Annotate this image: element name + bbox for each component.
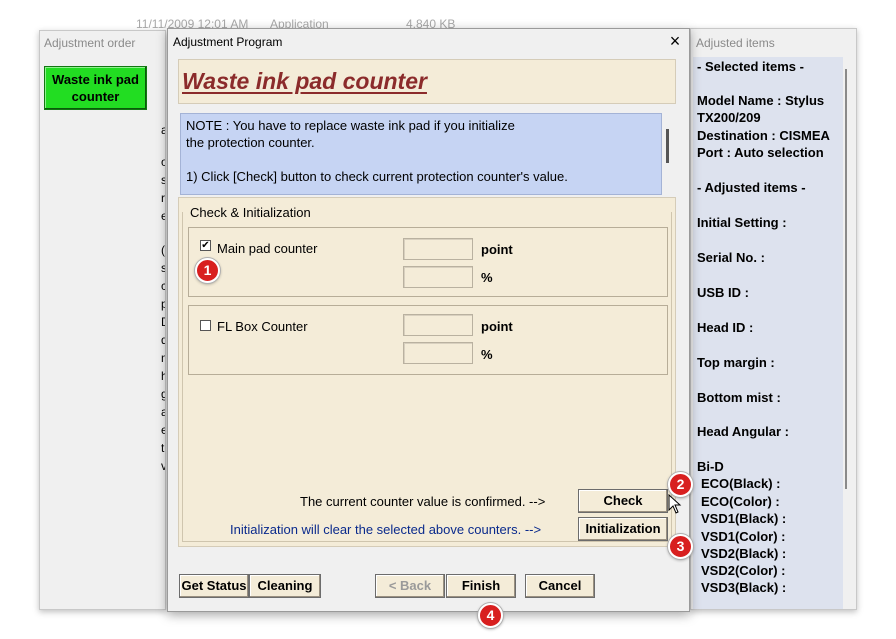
hidden-text-char: p xyxy=(161,297,165,311)
check-button[interactable]: Check xyxy=(578,489,668,513)
cleaning-button[interactable]: Cleaning xyxy=(249,574,321,598)
adjusted-item: - Adjusted items - xyxy=(697,180,806,195)
adjusted-items-title: Adjusted items xyxy=(696,36,775,50)
adjusted-item: ECO(Color) : xyxy=(701,494,780,509)
adjusted-item: VSD1(Color) : xyxy=(701,529,786,544)
note-box: NOTE : You have to replace waste ink pad… xyxy=(180,113,662,195)
fl-box-percent-unit: % xyxy=(481,347,493,362)
adjusted-items-scrollbar[interactable] xyxy=(845,69,847,489)
hidden-text-char: v xyxy=(161,459,165,473)
main-pad-checkbox[interactable]: ✔ xyxy=(200,240,211,251)
adjusted-item: VSD1(Black) : xyxy=(701,511,787,526)
hidden-text-char: e xyxy=(161,423,165,437)
hidden-text-char: h xyxy=(161,369,165,383)
back-button[interactable]: < Back xyxy=(375,574,445,598)
mouse-cursor-icon xyxy=(668,494,682,514)
main-pad-percent-unit: % xyxy=(481,270,493,285)
init-warning-text: Initialization will clear the selected a… xyxy=(230,522,542,537)
adjusted-item: Bottom mist : xyxy=(697,390,781,405)
adjusted-items-list: - Selected items - Model Name : Stylus T… xyxy=(693,57,843,609)
confirm-text: The current counter value is confirmed. … xyxy=(300,494,546,509)
hidden-text-char: d xyxy=(161,333,165,347)
adjusted-item: Initial Setting : xyxy=(697,215,787,230)
close-icon[interactable]: × xyxy=(666,31,684,51)
page-title: Waste ink pad counter xyxy=(182,68,427,94)
adjusted-item: TX200/209 xyxy=(697,110,761,125)
finish-button[interactable]: Finish xyxy=(446,574,516,598)
hidden-text-char: e xyxy=(161,209,165,223)
fl-box-percent-field xyxy=(403,342,473,364)
hidden-text-char: o xyxy=(161,155,165,169)
adjusted-items-window: Adjusted items - Selected items - Model … xyxy=(690,28,857,610)
dialog-title: Adjustment Program xyxy=(173,35,283,49)
fl-box-point-field xyxy=(403,314,473,336)
adjusted-item: VSD2(Black) : xyxy=(701,546,787,561)
adjusted-item: - Selected items - xyxy=(697,59,804,74)
step-badge-1: 1 xyxy=(195,258,220,283)
hidden-text-char: a xyxy=(161,123,165,137)
adjusted-item: VSD3(Black) : xyxy=(701,580,787,595)
fl-box-counter-box: FL Box Counter point % xyxy=(188,305,668,375)
fl-box-label: FL Box Counter xyxy=(217,319,308,334)
waste-ink-pad-counter-button[interactable]: Waste ink pad counter xyxy=(44,66,147,110)
adjusted-item: Top margin : xyxy=(697,355,775,370)
step-badge-3: 3 xyxy=(668,534,693,559)
hidden-text-char: g xyxy=(161,387,165,401)
adjusted-item: VSD2(Color) : xyxy=(701,563,786,578)
hidden-text-char: r xyxy=(161,191,165,205)
adjusted-item: Head ID : xyxy=(697,320,754,335)
adjusted-item: Destination : CISMEA xyxy=(697,128,830,143)
adjusted-item: Serial No. : xyxy=(697,250,765,265)
note-line: NOTE : You have to replace waste ink pad… xyxy=(186,118,515,133)
hidden-text-char: ( xyxy=(161,243,165,257)
hidden-text-char: m xyxy=(161,351,165,365)
note-line: the protection counter. xyxy=(186,135,315,150)
main-pad-label: Main pad counter xyxy=(217,241,318,256)
header-banner: Waste ink pad counter xyxy=(178,59,676,104)
note-line xyxy=(186,151,656,168)
adjusted-item: Model Name : Stylus xyxy=(697,93,825,108)
hidden-text-char: c xyxy=(161,279,165,293)
adjusted-item: Port : Auto selection xyxy=(697,145,824,160)
adjusted-item: USB ID : xyxy=(697,285,749,300)
adjusted-item: Bi-D xyxy=(697,459,724,474)
hidden-text-char: t xyxy=(161,441,165,455)
adjusted-item: ECO(Black) : xyxy=(701,476,781,491)
hidden-text-char: a xyxy=(161,405,165,419)
adjustment-program-dialog: Adjustment Program × Waste ink pad count… xyxy=(167,28,690,612)
adjustment-order-window: Adjustment order Waste ink pad counter a… xyxy=(39,30,166,610)
hidden-text-char: s xyxy=(161,173,165,187)
hidden-text-char: s xyxy=(161,261,165,275)
main-pad-counter-box: ✔ Main pad counter point % xyxy=(188,227,668,297)
adjusted-item: Head Angular : xyxy=(697,424,789,439)
note-scrollbar[interactable] xyxy=(666,129,669,163)
hidden-text-char: D xyxy=(161,315,165,329)
fl-box-checkbox[interactable] xyxy=(200,320,211,331)
fl-box-point-unit: point xyxy=(481,319,513,334)
cancel-button[interactable]: Cancel xyxy=(525,574,595,598)
note-line: 1) Click [Check] button to check current… xyxy=(186,169,568,184)
group-title: Check & Initialization xyxy=(188,205,313,220)
main-pad-percent-field xyxy=(403,266,473,288)
get-status-button[interactable]: Get Status xyxy=(179,574,249,598)
step-badge-4: 4 xyxy=(478,603,503,628)
initialization-button[interactable]: Initialization xyxy=(578,517,668,541)
adjustment-order-title: Adjustment order xyxy=(44,36,136,50)
main-pad-point-unit: point xyxy=(481,242,513,257)
main-pad-point-field xyxy=(403,238,473,260)
